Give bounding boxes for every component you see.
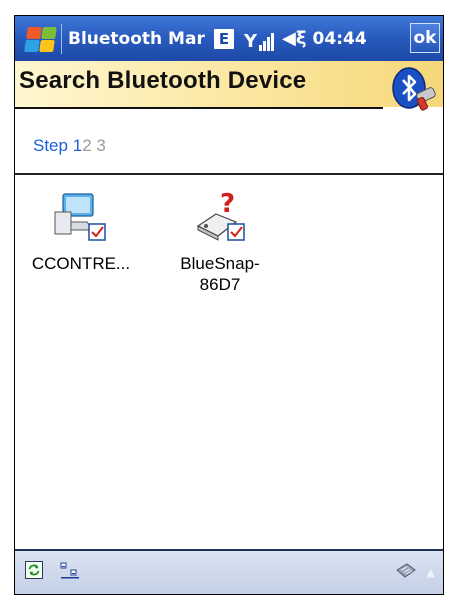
keyboard-icon[interactable] xyxy=(395,562,417,580)
bluetooth-logo-icon xyxy=(392,67,436,111)
windows-start-icon[interactable] xyxy=(23,24,57,54)
device-item[interactable]: ? BlueSnap- 86D7 xyxy=(162,189,278,295)
refresh-icon[interactable] xyxy=(25,561,43,579)
view-mode-icon[interactable] xyxy=(59,561,81,579)
device-name-line2: 86D7 xyxy=(199,275,241,294)
title-separator xyxy=(61,23,62,54)
speaker-icon[interactable]: ◀ξ xyxy=(282,28,306,49)
keyboard-toggle-arrow-icon[interactable]: ▲ xyxy=(427,566,435,579)
svg-text:?: ? xyxy=(220,192,235,219)
device-screen: Bluetooth Mar E Y ◀ξ 04:44 ok Search Blu… xyxy=(14,15,444,595)
device-name-line1: BlueSnap- xyxy=(180,254,260,273)
header-rule xyxy=(15,107,383,109)
step-2: 2 xyxy=(82,136,92,155)
bottom-toolbar: ▲ xyxy=(15,549,443,594)
device-name: CCONTRE... xyxy=(31,254,131,273)
step-3: 3 xyxy=(96,136,106,155)
unknown-device-icon: ? xyxy=(196,189,245,241)
page-title: Search Bluetooth Device xyxy=(19,67,307,94)
device-item[interactable]: CCONTRE... xyxy=(23,192,139,274)
signal-icon[interactable]: Y xyxy=(244,27,275,51)
clock[interactable]: 04:44 xyxy=(313,29,367,49)
step-current: 1 xyxy=(72,136,83,155)
content-divider xyxy=(15,173,443,175)
status-bar: Bluetooth Mar E Y ◀ξ 04:44 ok xyxy=(15,16,443,61)
computer-icon xyxy=(54,193,106,241)
steps-label: Step xyxy=(33,136,68,155)
ok-button[interactable]: ok xyxy=(410,23,440,53)
page-header: Search Bluetooth Device xyxy=(15,61,443,109)
app-title: Bluetooth Mar xyxy=(68,28,205,49)
wizard-steps: Step 12 3 xyxy=(33,136,106,156)
network-type-badge[interactable]: E xyxy=(214,28,234,49)
